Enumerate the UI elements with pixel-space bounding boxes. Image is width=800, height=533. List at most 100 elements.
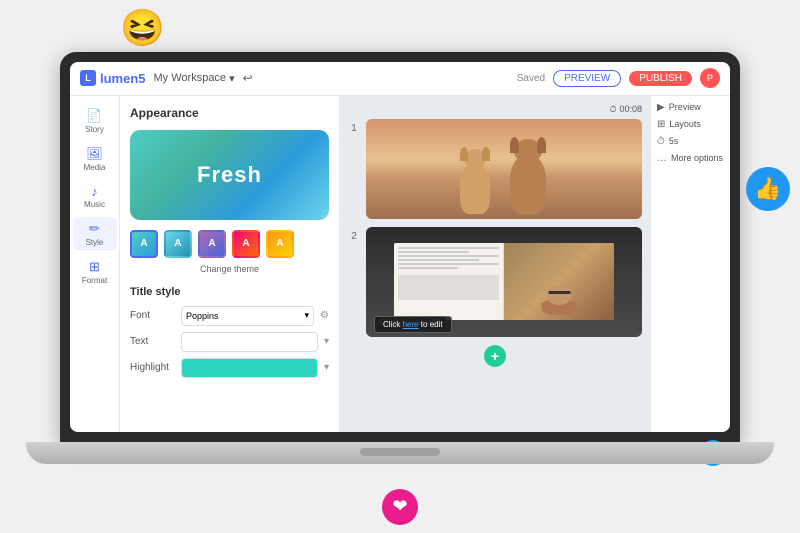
swatch-1[interactable]: A [130, 230, 158, 258]
media-icon: 🖼 [86, 146, 103, 162]
timer-display: ⏱ 00:08 [348, 104, 642, 115]
swatch-3[interactable]: A [198, 230, 226, 258]
canvas-area: ⏱ 00:08 1 [340, 96, 650, 432]
click-text-2: Click [383, 320, 403, 329]
font-settings-icon[interactable]: ⚙ [320, 310, 329, 321]
laptop-base [26, 442, 774, 464]
logo[interactable]: L lumen5 [80, 70, 146, 86]
edit-overlay-bottom[interactable]: Click here to edit [374, 316, 452, 333]
appearance-panel: Appearance Fresh A A A A A [120, 96, 340, 432]
layouts-icon: ⊞ [657, 119, 665, 130]
font-row: Font Poppins ▾ ⚙ [130, 306, 329, 326]
add-slide-area: + [348, 345, 642, 367]
swatch-5[interactable]: A [266, 230, 294, 258]
slide-row-2: 2 [348, 227, 642, 337]
book-page-right [504, 243, 614, 320]
text-label: Text [130, 336, 175, 347]
slide-1-image [366, 119, 642, 219]
here-link-2[interactable]: here [403, 320, 419, 329]
app-body: 📄 Story 🖼 Media ♪ Music [70, 96, 730, 432]
story-icon: 📄 [86, 108, 102, 124]
app: L lumen5 My Workspace ▾ ↩ Saved PREVIEW … [70, 62, 730, 432]
publish-button[interactable]: PUBLISH [629, 71, 692, 86]
add-slide-button[interactable]: + [484, 345, 506, 367]
slide-thumbnail-1[interactable] [366, 119, 642, 219]
sidebar-label-style: Style [86, 238, 104, 247]
font-select[interactable]: Poppins ▾ [181, 306, 314, 326]
book-line [398, 251, 469, 253]
heart-icon: ❤ [392, 496, 407, 517]
clock-icon: ⏱ [609, 104, 616, 115]
logo-text: lumen5 [100, 71, 146, 86]
sidebar-label-story: Story [85, 125, 104, 134]
book-line [398, 263, 499, 265]
highlight-chevron-icon: ▾ [324, 362, 329, 373]
highlight-color-picker[interactable] [181, 358, 318, 378]
sidebar-item-media[interactable]: 🖼 Media [73, 142, 117, 176]
layouts-item[interactable]: ⊞ Layouts [657, 119, 724, 130]
more-options-icon: … [657, 153, 667, 164]
title-style-heading: Title style [130, 286, 329, 298]
slide-number-1: 1 [348, 123, 360, 134]
chevron-icon: ▾ [305, 310, 310, 321]
layouts-label: Layouts [669, 119, 701, 129]
sidebar: 📄 Story 🖼 Media ♪ Music [70, 96, 120, 432]
music-icon: ♪ [91, 184, 98, 199]
sidebar-label-music: Music [84, 200, 105, 209]
saved-status: Saved [517, 73, 545, 84]
timer-value: 00:08 [619, 104, 642, 114]
font-label: Font [130, 310, 175, 321]
highlight-label: Highlight [130, 362, 175, 373]
preview-label: Preview [669, 102, 701, 112]
more-options-item[interactable]: … More options [657, 153, 724, 164]
right-panel: ▶ Preview ⊞ Layouts ⏱ 5s [650, 96, 730, 432]
header: L lumen5 My Workspace ▾ ↩ Saved PREVIEW … [70, 62, 730, 96]
swatch-4[interactable]: A [232, 230, 260, 258]
preview-icon: ▶ [657, 102, 665, 113]
change-theme-label[interactable]: Change theme [130, 264, 329, 274]
text-color-picker[interactable] [181, 332, 318, 352]
book-line [398, 247, 499, 249]
font-select-value: Poppins [186, 311, 219, 321]
workspace-label: My Workspace [154, 72, 227, 84]
slide-thumbnail-2[interactable]: Click here to edit Click here to edit [366, 227, 642, 337]
chevron-down-icon: ▾ [229, 72, 235, 85]
duration-label: 5s [669, 136, 679, 146]
book-page-left [394, 243, 504, 320]
edit-suffix-2: to edit [419, 320, 443, 329]
avatar[interactable]: P [700, 68, 720, 88]
duration-item[interactable]: ⏱ 5s [657, 136, 724, 147]
laptop-screen-inner: L lumen5 My Workspace ▾ ↩ Saved PREVIEW … [70, 62, 730, 432]
sidebar-item-style[interactable]: ✏ Style [73, 217, 117, 251]
slide-number-2: 2 [348, 231, 360, 242]
thumbsup-decoration: 👍 [746, 167, 790, 211]
sidebar-item-story[interactable]: 📄 Story [73, 104, 117, 138]
scene: 😆 👍 ❤ L lumen5 My Workspace [40, 37, 760, 497]
book-visual [394, 243, 615, 320]
panel-title: Appearance [130, 106, 329, 120]
more-options-label: More options [671, 153, 723, 163]
preview-item[interactable]: ▶ Preview [657, 102, 724, 113]
dog-scene [366, 119, 642, 219]
theme-name: Fresh [197, 162, 262, 188]
laptop: L lumen5 My Workspace ▾ ↩ Saved PREVIEW … [60, 52, 740, 482]
thumbsup-icon: 👍 [754, 176, 781, 202]
theme-swatches: A A A A A [130, 230, 329, 258]
theme-preview-card[interactable]: Fresh [130, 130, 329, 220]
sidebar-label-media: Media [84, 163, 106, 172]
book-line [398, 267, 459, 269]
heart-decoration: ❤ [382, 489, 418, 525]
text-row: Text ▾ [130, 332, 329, 352]
sidebar-item-format[interactable]: ⊞ Format [73, 255, 117, 289]
slide-2-image: Click here to edit Click here to edit [366, 227, 642, 337]
format-icon: ⊞ [89, 259, 100, 275]
slide-row-1: 1 [348, 119, 642, 219]
duration-icon: ⏱ [657, 136, 665, 147]
text-chevron-icon: ▾ [324, 336, 329, 347]
workspace-selector[interactable]: My Workspace ▾ [154, 72, 235, 85]
undo-icon[interactable]: ↩ [243, 71, 253, 85]
sidebar-label-format: Format [82, 276, 107, 285]
swatch-2[interactable]: A [164, 230, 192, 258]
preview-button[interactable]: PREVIEW [553, 70, 621, 87]
sidebar-item-music[interactable]: ♪ Music [73, 180, 117, 213]
